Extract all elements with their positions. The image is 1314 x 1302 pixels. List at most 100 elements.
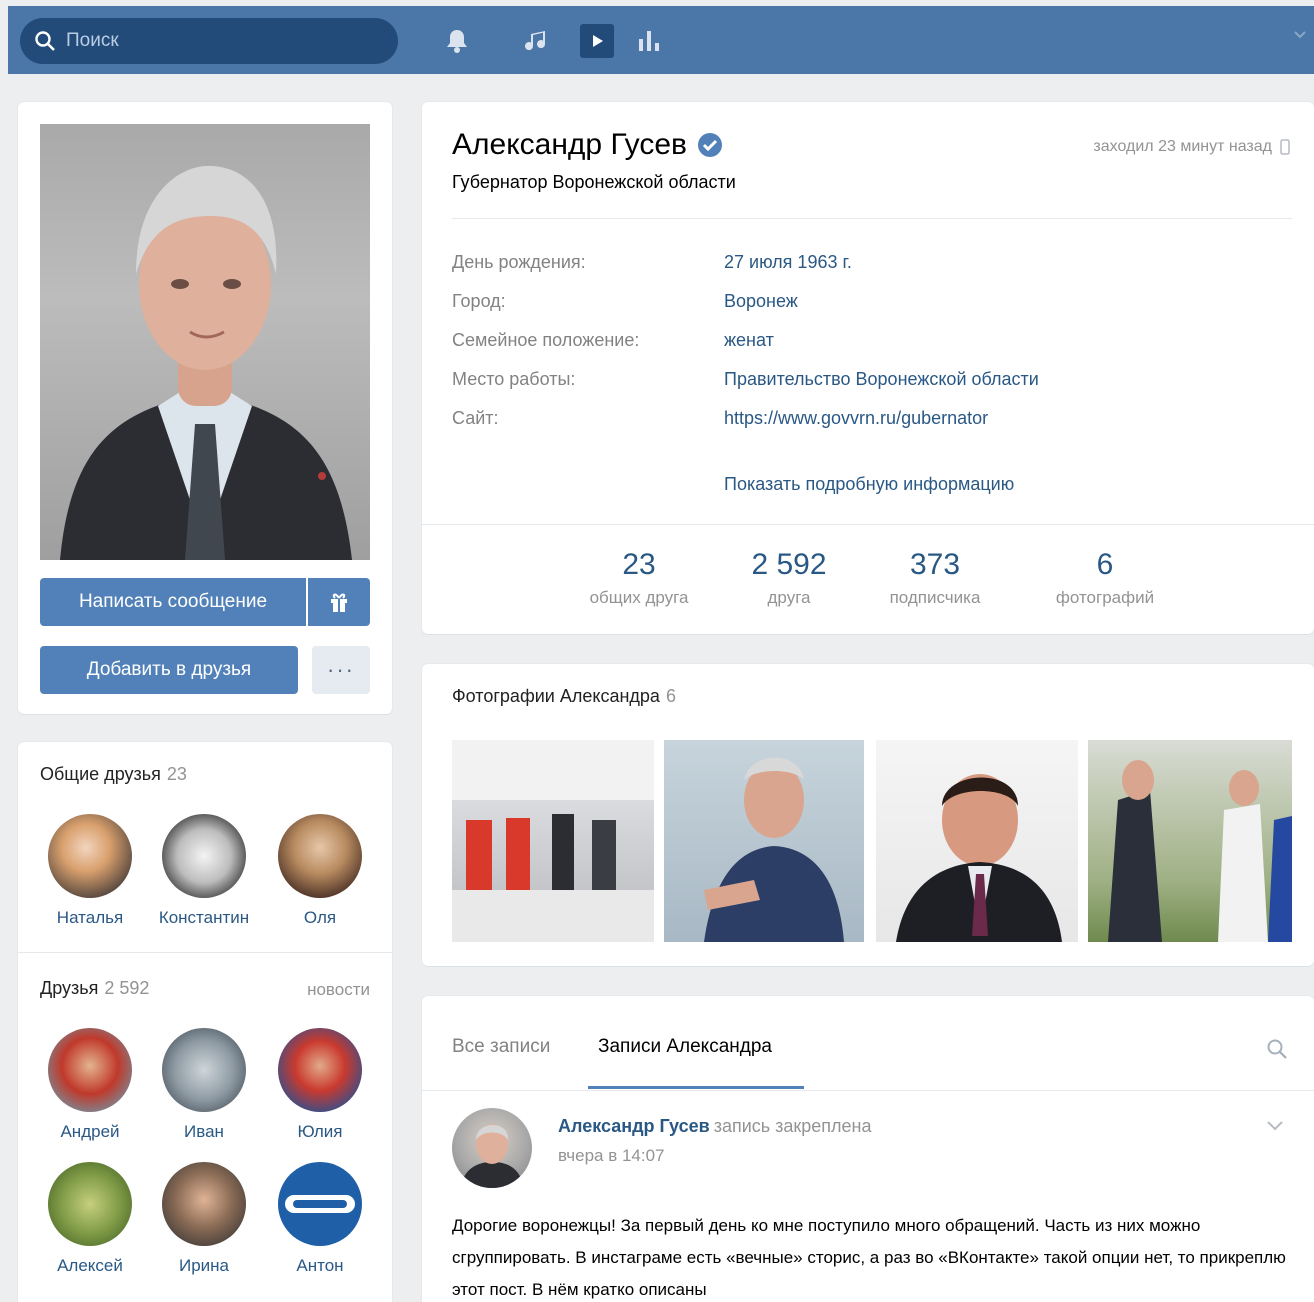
search-placeholder: Поиск bbox=[66, 30, 119, 51]
info-value[interactable]: Правительство Воронежской области bbox=[724, 369, 1039, 390]
friend-item[interactable]: Иван bbox=[154, 1028, 254, 1142]
send-message-button[interactable]: Написать сообщение bbox=[40, 578, 306, 626]
friend-avatar bbox=[278, 814, 362, 898]
counter-label: подписчика bbox=[889, 588, 981, 607]
counter-followers[interactable]: 373 подписчика bbox=[850, 548, 1020, 608]
post-author-name[interactable]: Александр Гусев bbox=[558, 1116, 710, 1136]
friend-avatar bbox=[278, 1162, 362, 1246]
friends-card: Общие друзья 23 Наталья Константин Оля Др… bbox=[18, 742, 392, 1302]
more-actions-button[interactable]: ··· bbox=[312, 646, 370, 694]
friend-name: Оля bbox=[303, 908, 337, 927]
post-text: Дорогие воронежцы! За первый день ко мне… bbox=[452, 1216, 1286, 1299]
photo-thumbnail[interactable] bbox=[664, 740, 864, 942]
friend-item[interactable]: Наталья bbox=[40, 814, 140, 928]
friend-name: Константин bbox=[158, 908, 250, 927]
photos-count: 6 bbox=[665, 686, 676, 706]
friends-count: 2 592 bbox=[104, 978, 150, 998]
mutual-friends-count: 23 bbox=[166, 764, 187, 784]
friend-item[interactable]: Антон bbox=[270, 1162, 370, 1276]
friend-avatar bbox=[162, 1162, 246, 1246]
counter-value: 6 bbox=[1096, 548, 1114, 581]
post-time[interactable]: вчера в 14:07 bbox=[558, 1146, 665, 1166]
add-friend-label: Добавить в друзья bbox=[86, 659, 252, 680]
last-seen-text: заходил 23 минут назад bbox=[1093, 138, 1272, 155]
friend-avatar bbox=[162, 814, 246, 898]
photos-card: Фотографии Александра 6 bbox=[422, 664, 1314, 966]
verified-icon bbox=[697, 133, 722, 157]
photos-title[interactable]: Фотографии Александра 6 bbox=[452, 686, 676, 707]
wall-card: Все записи Записи Александра Александр Г… bbox=[422, 996, 1314, 1302]
counter-label: фотографий bbox=[1055, 588, 1155, 607]
stats-icon[interactable] bbox=[632, 24, 666, 58]
friend-name: Юлия bbox=[297, 1122, 343, 1141]
friend-item[interactable]: Юлия bbox=[270, 1028, 370, 1142]
top-bar: Поиск bbox=[8, 6, 1314, 74]
mutual-friends-label: Общие друзья bbox=[40, 764, 161, 784]
counter-mutual-friends[interactable]: 23 общих друга bbox=[554, 548, 724, 608]
profile-name-text: Александр Гусев bbox=[452, 128, 687, 161]
divider bbox=[452, 218, 1292, 219]
post-author: Александр Гусев запись закреплена bbox=[558, 1116, 872, 1137]
music-icon[interactable] bbox=[520, 24, 554, 58]
chevron-down-icon[interactable] bbox=[1266, 1120, 1284, 1132]
friend-item[interactable]: Алексей bbox=[40, 1162, 140, 1276]
info-key: Семейное положение: bbox=[452, 330, 640, 350]
friend-avatar bbox=[162, 1028, 246, 1112]
friend-avatar bbox=[278, 1028, 362, 1112]
info-key: Сайт: bbox=[452, 408, 499, 428]
info-value[interactable]: https://www.govvrn.ru/gubernator bbox=[724, 408, 988, 429]
friend-avatar bbox=[48, 814, 132, 898]
counter-label: общих друга bbox=[589, 588, 689, 607]
counter-photos[interactable]: 6 фотографий bbox=[1020, 548, 1190, 608]
more-actions-label: ··· bbox=[327, 657, 355, 682]
post-pinned-label: запись закреплена bbox=[713, 1116, 872, 1136]
friends-label: Друзья bbox=[40, 978, 99, 998]
counter-friends[interactable]: 2 592 друга bbox=[704, 548, 874, 608]
chevron-down-icon[interactable] bbox=[1294, 30, 1306, 40]
photo-thumbnail[interactable] bbox=[876, 740, 1078, 942]
profile-name: Александр Гусев bbox=[452, 128, 723, 162]
photo-thumbnail[interactable] bbox=[452, 740, 654, 942]
friend-item[interactable]: Ирина bbox=[154, 1162, 254, 1276]
friend-avatar bbox=[48, 1162, 132, 1246]
friend-item[interactable]: Константин bbox=[154, 814, 254, 928]
search-icon[interactable] bbox=[1266, 1038, 1288, 1060]
post-author-avatar[interactable] bbox=[452, 1108, 532, 1188]
divider bbox=[422, 524, 1314, 525]
last-seen: заходил 23 минут назад bbox=[1093, 138, 1290, 156]
friends-title[interactable]: Друзья 2 592 bbox=[40, 978, 149, 999]
friend-name: Антон bbox=[296, 1256, 344, 1275]
tab-owner-posts[interactable]: Записи Александра bbox=[598, 1036, 772, 1058]
info-key: День рождения: bbox=[452, 252, 586, 272]
tab-all-posts[interactable]: Все записи bbox=[452, 1036, 550, 1058]
info-value[interactable]: 27 июля 1963 г. bbox=[724, 252, 852, 273]
friend-name: Ирина bbox=[178, 1256, 229, 1275]
friends-news-link[interactable]: новости bbox=[307, 980, 370, 1000]
counter-label: друга bbox=[767, 588, 811, 607]
photo-thumbnail[interactable] bbox=[1088, 740, 1292, 942]
gift-button[interactable] bbox=[308, 578, 370, 626]
video-icon[interactable] bbox=[580, 24, 614, 58]
bell-icon[interactable] bbox=[440, 24, 474, 58]
friend-item[interactable]: Оля bbox=[270, 814, 370, 928]
photos-title-label: Фотографии Александра bbox=[452, 686, 660, 706]
show-more-info-link[interactable]: Показать подробную информацию bbox=[724, 474, 1014, 495]
info-value[interactable]: Воронеж bbox=[724, 291, 798, 312]
send-message-label: Написать сообщение bbox=[78, 591, 268, 612]
counter-value: 2 592 bbox=[751, 548, 827, 581]
info-key: Место работы: bbox=[452, 369, 576, 389]
info-value[interactable]: женат bbox=[724, 330, 774, 351]
avatar-card: Написать сообщение Добавить в друзья ··· bbox=[18, 102, 392, 714]
mutual-friends-title[interactable]: Общие друзья 23 bbox=[40, 764, 187, 785]
search-icon bbox=[35, 31, 55, 51]
friend-name: Наталья bbox=[56, 908, 124, 927]
add-friend-button[interactable]: Добавить в друзья bbox=[40, 646, 298, 694]
search-input[interactable]: Поиск bbox=[20, 18, 398, 64]
friend-item[interactable]: Андрей bbox=[40, 1028, 140, 1142]
divider bbox=[18, 952, 392, 953]
phone-icon bbox=[1280, 139, 1290, 155]
friend-name: Алексей bbox=[57, 1256, 123, 1275]
active-tab-indicator bbox=[588, 1086, 804, 1089]
profile-photo[interactable] bbox=[40, 124, 370, 560]
divider bbox=[422, 1090, 1314, 1091]
